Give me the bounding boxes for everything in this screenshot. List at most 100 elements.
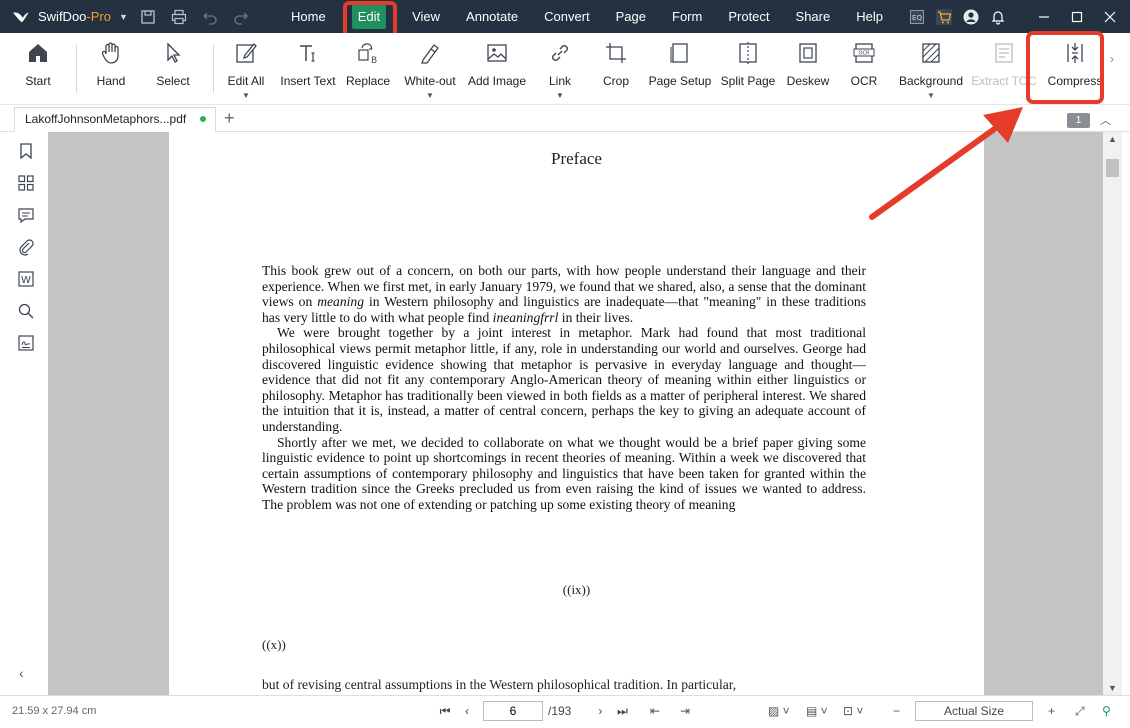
- document-tab[interactable]: LakoffJohnsonMetaphors...pdf: [14, 107, 216, 132]
- last-page-icon[interactable]: ⏭: [611, 704, 633, 719]
- menu-page[interactable]: Page: [603, 0, 659, 33]
- toc-icon: [995, 43, 1013, 63]
- add-image-button[interactable]: Add Image: [462, 33, 532, 105]
- edit-ribbon: Start Hand Select Edit All ▼ Insert Text…: [0, 33, 1130, 105]
- close-icon[interactable]: [1094, 0, 1127, 33]
- background-button[interactable]: Background ▼: [892, 33, 970, 105]
- forward-view-icon[interactable]: ⇥: [680, 704, 690, 718]
- zoom-in-icon[interactable]: +: [1048, 704, 1055, 718]
- pin-icon[interactable]: ⚲: [1102, 704, 1111, 718]
- chevron-down-icon[interactable]: ▼: [242, 91, 250, 100]
- pdf-page: Preface This book grew out of a concern,…: [169, 132, 984, 695]
- vertical-scrollbar[interactable]: ▲ ▼: [1103, 132, 1122, 695]
- zoom-out-icon[interactable]: −: [893, 704, 900, 718]
- search-icon[interactable]: [17, 302, 37, 322]
- replace-icon: B: [358, 43, 377, 65]
- start-button[interactable]: Start: [0, 33, 76, 105]
- attachment-icon[interactable]: [17, 238, 37, 258]
- link-button[interactable]: Link ▼: [532, 33, 588, 105]
- search-command-icon[interactable]: EQ: [904, 0, 931, 33]
- page-number: ((x)): [262, 637, 286, 652]
- first-page-icon[interactable]: ⏮: [434, 704, 456, 719]
- scroll-up-icon[interactable]: ▲: [1108, 134, 1117, 144]
- page-setup-button[interactable]: Page Setup: [644, 33, 716, 105]
- user-avatar-icon[interactable]: [958, 0, 985, 33]
- menu-share[interactable]: Share: [783, 0, 844, 33]
- deskew-button[interactable]: Deskew: [780, 33, 836, 105]
- hand-tool-button[interactable]: Hand: [77, 33, 145, 105]
- expand-sidebar-icon[interactable]: ‹: [19, 665, 24, 681]
- hand-icon: [101, 42, 119, 64]
- fullscreen-icon[interactable]: ⤢: [1075, 704, 1085, 719]
- collapse-ribbon-icon[interactable]: ︿: [1100, 112, 1111, 128]
- split-page-button[interactable]: Split Page: [716, 33, 780, 105]
- ocr-button[interactable]: OCR OCR: [836, 33, 892, 105]
- chevron-down-icon[interactable]: ▼: [556, 91, 564, 100]
- bookmark-icon[interactable]: [17, 142, 37, 162]
- menu-protect[interactable]: Protect: [715, 0, 782, 33]
- paragraph: Shortly after we met, we decided to coll…: [262, 434, 866, 512]
- edit-pen-icon: [236, 43, 257, 63]
- extract-toc-button[interactable]: Extract TOC: [970, 33, 1038, 105]
- menu-annotate[interactable]: Annotate: [453, 0, 531, 33]
- back-view-icon[interactable]: ⇤: [650, 704, 660, 718]
- save-icon[interactable]: [132, 0, 163, 33]
- menu-edit[interactable]: Edit: [339, 0, 399, 40]
- maximize-icon[interactable]: [1061, 0, 1094, 33]
- word-document-icon[interactable]: W: [17, 270, 37, 290]
- cart-icon[interactable]: [931, 0, 958, 33]
- image-icon: [487, 44, 507, 62]
- paragraph: We were brought together by a joint inte…: [262, 325, 866, 434]
- page-navigation: ⏮ ‹ /193 › ⏭: [434, 701, 633, 721]
- document-viewport[interactable]: Preface This book grew out of a concern,…: [48, 132, 1103, 695]
- select-tool-button[interactable]: Select: [145, 33, 201, 105]
- crop-button[interactable]: Crop: [588, 33, 644, 105]
- svg-text:EQ: EQ: [913, 14, 923, 22]
- actual-size-icon[interactable]: ⊡ ˅: [843, 704, 863, 718]
- menu-help[interactable]: Help: [843, 0, 896, 33]
- signature-icon[interactable]: [17, 334, 37, 354]
- crop-icon: [606, 43, 626, 63]
- title-right-icons: EQ: [904, 0, 1012, 33]
- document-tab-bar: LakoffJohnsonMetaphors...pdf + 1 ︿: [0, 105, 1130, 132]
- zoom-level-select[interactable]: Actual Size: [915, 701, 1033, 721]
- chevron-down-icon[interactable]: ▼: [426, 91, 434, 100]
- split-page-icon: [739, 42, 757, 64]
- view-mode-icon[interactable]: ▨ ˅: [768, 704, 790, 718]
- previous-page-icon[interactable]: ‹: [456, 704, 478, 718]
- next-page-icon[interactable]: ›: [589, 704, 611, 718]
- menu-form[interactable]: Form: [659, 0, 715, 33]
- status-bar: 21.59 x 27.94 cm ⏮ ‹ /193 › ⏭ ⇤ ⇥ ▨ ˅ ▤ …: [0, 695, 1130, 728]
- app-logo[interactable]: SwifDoo-Pro ▼: [0, 9, 132, 24]
- menu-home[interactable]: Home: [278, 0, 339, 33]
- app-menu-caret-icon[interactable]: ▼: [119, 12, 128, 22]
- eraser-pen-icon: [421, 44, 439, 64]
- app-name: SwifDoo-Pro: [38, 9, 111, 24]
- comment-icon[interactable]: [17, 206, 37, 226]
- deskew-icon: [799, 43, 817, 63]
- thumbnails-icon[interactable]: [17, 174, 37, 194]
- ribbon-scroll-right-icon[interactable]: ›: [1110, 52, 1114, 66]
- add-tab-button[interactable]: +: [224, 108, 235, 129]
- chevron-down-icon[interactable]: ▼: [927, 91, 935, 100]
- scrollbar-thumb[interactable]: [1106, 159, 1119, 177]
- page-number-input[interactable]: [483, 701, 543, 721]
- white-out-button[interactable]: White-out ▼: [398, 33, 462, 105]
- insert-text-button[interactable]: Insert Text: [278, 33, 338, 105]
- menu-view[interactable]: View: [399, 0, 453, 33]
- scroll-down-icon[interactable]: ▼: [1108, 683, 1117, 693]
- unsaved-status-dot: [200, 116, 207, 122]
- swifdoo-bird-icon: [13, 11, 29, 22]
- compress-button[interactable]: Compress: [1038, 33, 1112, 105]
- replace-button[interactable]: B Replace: [338, 33, 398, 105]
- menu-convert[interactable]: Convert: [531, 0, 603, 33]
- redo-icon[interactable]: [225, 0, 256, 33]
- edit-all-button[interactable]: Edit All ▼: [214, 33, 278, 105]
- page-layout-icon[interactable]: ▤ ˅: [806, 704, 828, 718]
- undo-icon[interactable]: [194, 0, 225, 33]
- quick-access-toolbar: [132, 0, 256, 33]
- bell-icon[interactable]: [985, 0, 1012, 33]
- minimize-icon[interactable]: [1028, 0, 1061, 33]
- print-icon[interactable]: [163, 0, 194, 33]
- total-pages: /193: [548, 704, 572, 718]
